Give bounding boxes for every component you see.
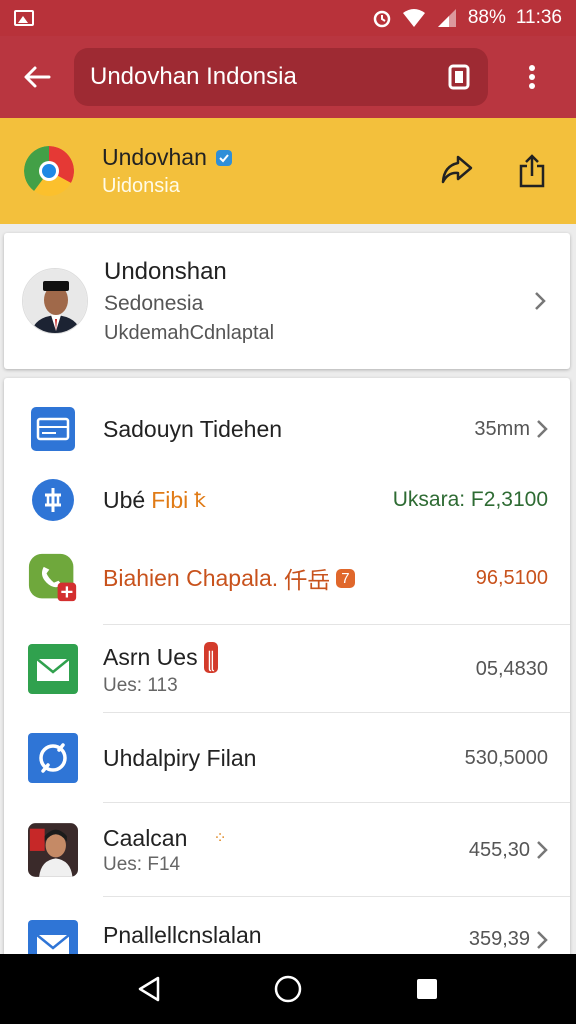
verified-icon: [215, 149, 232, 166]
transaction-list: Sadouyn Tidehen 35mm Ubé Fibi ꝁ Uksara: …: [4, 378, 570, 958]
lens-icon: [28, 733, 78, 783]
divider: [103, 802, 570, 803]
app-banner: Undovhan Uidonsia: [0, 118, 576, 224]
list-item[interactable]: Pnallellcnslalan 359,39: [4, 908, 570, 958]
globe-icon: [28, 475, 78, 525]
app-logo: [24, 146, 74, 196]
upload-share-icon[interactable]: [518, 154, 546, 188]
item-badge: ꧋: [203, 641, 219, 673]
item-title-extra: 仟岳: [284, 567, 331, 593]
nav-back-button[interactable]: [124, 964, 174, 1014]
card-icon: [28, 404, 78, 454]
overflow-menu-button[interactable]: [488, 36, 576, 118]
square-recents-icon: [416, 979, 437, 999]
image-notification-icon: [14, 10, 34, 26]
chevron-right-icon: [537, 420, 548, 438]
item-subtitle: Ues: 113: [103, 674, 178, 696]
item-title: Uhdalpiry Filan: [103, 744, 257, 771]
item-title: Pnallellcnslalan: [103, 922, 262, 948]
item-value: 96,5100: [475, 566, 548, 589]
mail-icon: [28, 644, 78, 694]
item-title: Asrn Ues: [103, 643, 198, 670]
item-value: 05,4830: [475, 657, 548, 680]
item-value: 35mm: [474, 417, 530, 440]
profile-card[interactable]: Undonshan Sedonesia UkdemahCdnlaptal: [4, 233, 570, 369]
clock: 11:36: [515, 7, 562, 28]
photo-icon: [28, 823, 78, 877]
item-title: Ubé: [103, 486, 146, 513]
copy-icon[interactable]: [446, 63, 472, 91]
mail-blue-icon: [28, 920, 78, 958]
list-item[interactable]: Ubé Fibi ꝁ Uksara: F2,3100: [4, 460, 570, 540]
circle-home-icon: [274, 975, 302, 1003]
item-title: Caalcan: [103, 824, 188, 851]
divider: [103, 624, 570, 625]
wifi-icon: [402, 9, 425, 27]
profile-name: Undonshan: [104, 257, 227, 285]
share-arrow-icon[interactable]: [440, 154, 474, 186]
divider: [103, 896, 570, 897]
profile-line2: UkdemahCdnlaptal: [104, 321, 275, 344]
chevron-right-icon: [537, 930, 548, 949]
signal-icon: [437, 9, 456, 27]
nav-recents-button[interactable]: [402, 964, 452, 1014]
toolbar: Undovhan Indonsia: [0, 36, 576, 118]
list-item[interactable]: Biahien Chapala. 仟岳 7 96,5100: [4, 538, 570, 618]
chevron-right-icon: [537, 841, 548, 859]
profile-line1: Sedonesia: [104, 291, 204, 315]
item-value: 359,39: [468, 928, 530, 950]
phone-icon: [28, 553, 78, 603]
battery-level: 88%: [467, 7, 506, 28]
divider: [103, 712, 570, 713]
search-text: Undovhan Indonsia: [90, 63, 297, 90]
triangle-back-icon: [139, 976, 160, 1002]
list-item[interactable]: Caalcan ⁘ Ues: F14 455,30: [4, 804, 570, 896]
item-title: Biahien Chapala.: [103, 564, 279, 591]
app-name: Undovhan: [102, 144, 207, 170]
item-value: 530,5000: [464, 746, 548, 769]
item-title-extra: ꝁ: [194, 489, 206, 512]
item-value: Uksara: F2,3100: [392, 488, 548, 511]
arrow-back-icon: [24, 66, 51, 88]
alarm-icon: [373, 10, 391, 28]
list-item[interactable]: Sadouyn Tidehen 35mm: [4, 390, 570, 468]
item-badge: 7: [336, 568, 355, 588]
item-title-accent: Fibi: [151, 486, 189, 513]
app-subtitle: Uidonsia: [102, 175, 180, 197]
chevron-right-icon: [526, 281, 554, 321]
back-button[interactable]: [0, 36, 74, 118]
sparkle-icon: ⁘: [213, 830, 227, 847]
item-subtitle: Ues: F14: [103, 853, 181, 875]
search-field[interactable]: Undovhan Indonsia: [74, 48, 488, 106]
list-item[interactable]: Asrn Ues ꧋ Ues: 113 05,4830: [4, 626, 570, 712]
system-nav-bar: [0, 954, 576, 1024]
item-title: Sadouyn Tidehen: [103, 415, 283, 442]
avatar: [22, 268, 88, 334]
more-vert-icon: [529, 65, 535, 89]
status-bar: 88% 11:36: [0, 0, 576, 36]
nav-home-button[interactable]: [263, 964, 313, 1014]
list-item[interactable]: Uhdalpiry Filan 530,5000: [4, 714, 570, 802]
item-value: 455,30: [468, 838, 530, 861]
